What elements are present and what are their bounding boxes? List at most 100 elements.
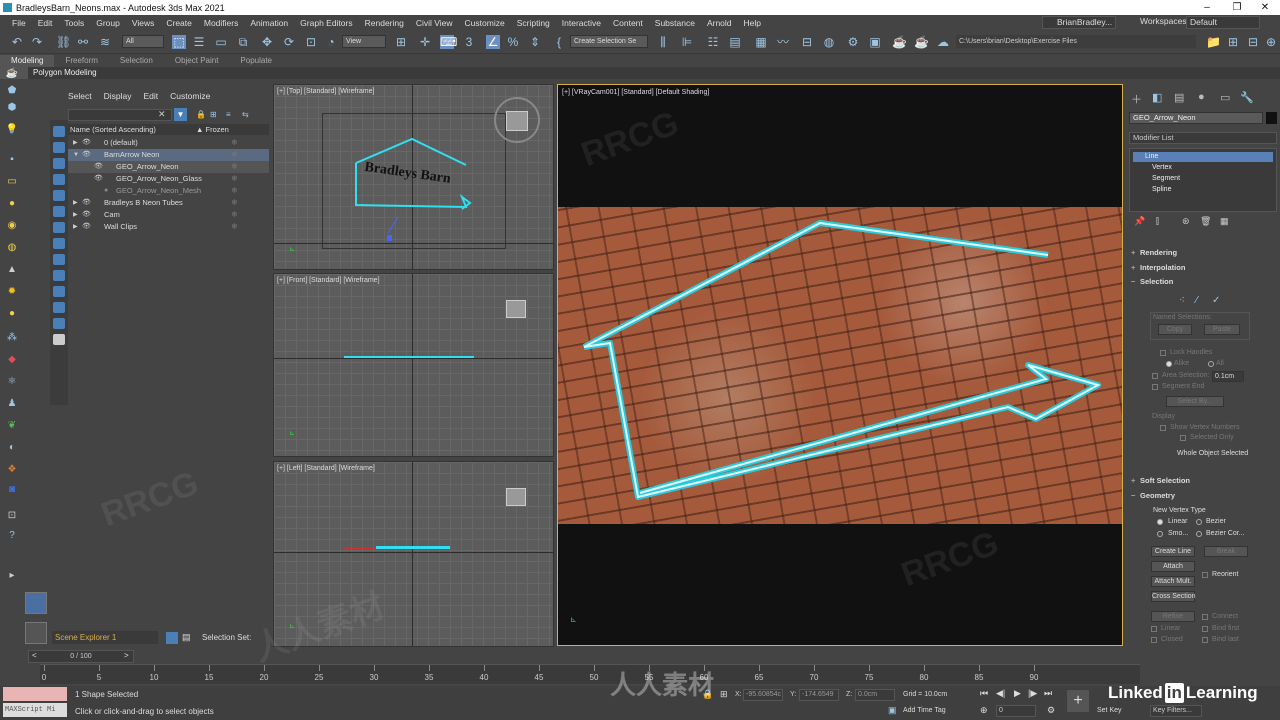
- script-icon[interactable]: ⊡: [5, 510, 19, 522]
- maxscript-listener-top[interactable]: [3, 687, 67, 701]
- select-by-button[interactable]: Select By...: [1166, 396, 1224, 407]
- bezier-corner-radio[interactable]: [1196, 531, 1202, 537]
- sync-icon[interactable]: ⇆: [242, 110, 249, 119]
- menu-item-create[interactable]: Create: [160, 18, 198, 28]
- segment-end-checkbox[interactable]: [1152, 384, 1158, 390]
- torus-icon[interactable]: ◍: [5, 242, 19, 254]
- sphere-icon[interactable]: ●: [5, 198, 19, 210]
- link-icon[interactable]: ⛓: [56, 35, 71, 49]
- display-tab-icon[interactable]: ▭: [1220, 91, 1230, 104]
- menu-item-help[interactable]: Help: [738, 18, 767, 28]
- y-coord-field[interactable]: -174.6549: [799, 689, 839, 701]
- particle-icon[interactable]: ⁂: [5, 332, 19, 344]
- menu-item-substance[interactable]: Substance: [649, 18, 701, 28]
- render-icon[interactable]: ☕: [892, 35, 907, 49]
- utilities-tab-icon[interactable]: 🔧: [1240, 91, 1254, 104]
- freeze-icon[interactable]: ❄: [231, 149, 238, 161]
- help-icon[interactable]: ?: [5, 530, 19, 542]
- percent-snap-icon[interactable]: %: [506, 35, 520, 49]
- display-frozen-icon[interactable]: [53, 302, 65, 313]
- rotate-icon[interactable]: ⟳: [282, 35, 296, 49]
- ribbon-toggle-icon[interactable]: ▦: [754, 35, 768, 49]
- ribbon-tab-selection[interactable]: Selection: [109, 55, 164, 67]
- spinner-snap-icon[interactable]: ⇕: [528, 35, 542, 49]
- display-helpers-icon[interactable]: [53, 206, 65, 217]
- menu-item-views[interactable]: Views: [126, 18, 161, 28]
- menu-item-arnold[interactable]: Arnold: [701, 18, 738, 28]
- current-frame-field[interactable]: 0: [996, 705, 1036, 717]
- maxscript-listener-input[interactable]: MAXScript Mi: [3, 703, 67, 717]
- isolate-icon[interactable]: 🔒: [702, 689, 713, 700]
- explorer-column-header[interactable]: Name (Sorted Ascending) ▲ Frozen: [68, 124, 269, 135]
- explorer-menu-customize[interactable]: Customize: [164, 91, 216, 101]
- select-object-icon[interactable]: ⬚: [172, 35, 186, 49]
- project-set-icon[interactable]: ⊞: [1226, 35, 1240, 49]
- ribbon-tab-populate[interactable]: Populate: [229, 55, 283, 67]
- curve-editor-icon[interactable]: 〰: [776, 35, 790, 49]
- tree-row[interactable]: 👁 GEO_Arrow_Neon ❄: [68, 161, 269, 173]
- light-icon[interactable]: 💡: [5, 124, 19, 136]
- stack-item-vertex[interactable]: Vertex: [1152, 163, 1172, 173]
- schematic-view-icon[interactable]: ⊟: [800, 35, 814, 49]
- time-slider[interactable]: 0 / 100: [28, 650, 134, 663]
- move-icon[interactable]: ✥: [260, 35, 274, 49]
- lock-handles-checkbox[interactable]: [1160, 350, 1166, 356]
- viewport-front[interactable]: [+] [Front] [Standard] [Wireframe] ⊾: [273, 273, 554, 457]
- named-selection-sets-dropdown[interactable]: Create Selection Se: [570, 35, 648, 48]
- render-cloud-icon[interactable]: ☁: [936, 35, 950, 49]
- placement-icon[interactable]: ◔: [324, 35, 338, 49]
- rendered-frame-icon[interactable]: ▣: [868, 35, 882, 49]
- display-hidden-icon[interactable]: [53, 318, 65, 329]
- menu-item-interactive[interactable]: Interactive: [556, 18, 607, 28]
- reorient-checkbox[interactable]: [1202, 572, 1208, 578]
- explorer-search-input[interactable]: [68, 109, 172, 121]
- edit-named-sets-icon[interactable]: {: [552, 35, 566, 49]
- area-selection-spinner[interactable]: 0.1cm: [1212, 371, 1244, 382]
- display-lights-icon[interactable]: [53, 174, 65, 185]
- menu-item-edit[interactable]: Edit: [32, 18, 59, 28]
- bezier-radio[interactable]: [1196, 519, 1202, 525]
- freeze-icon[interactable]: ❄: [231, 173, 238, 185]
- tree-row[interactable]: 👁 GEO_Arrow_Neon_Glass ❄: [68, 173, 269, 185]
- ribbon-tab-modeling[interactable]: Modeling: [0, 55, 55, 67]
- hierarchy-tab-icon[interactable]: ▤: [1174, 91, 1184, 104]
- menu-item-graph-editors[interactable]: Graph Editors: [294, 18, 358, 28]
- paste-button[interactable]: Paste: [1204, 324, 1240, 335]
- mograph-icon[interactable]: ❖: [5, 464, 19, 476]
- time-tag-icon[interactable]: ▣: [888, 705, 897, 716]
- box-icon[interactable]: ▭: [5, 176, 19, 188]
- project-open-icon[interactable]: ⊟: [1246, 35, 1260, 49]
- viewcube-icon[interactable]: [506, 111, 528, 131]
- display-none-icon[interactable]: [53, 334, 65, 345]
- connect-checkbox[interactable]: [1202, 614, 1208, 620]
- viewport-left[interactable]: [+] [Left] [Standard] [Wireframe] ⊾: [273, 461, 554, 647]
- prev-key-icon[interactable]: ◀|: [996, 688, 1005, 699]
- ribbon-tab-freeform[interactable]: Freeform: [54, 55, 108, 67]
- create-line-button[interactable]: Create Line: [1151, 546, 1195, 557]
- lock-icon[interactable]: 🔒: [196, 110, 206, 119]
- tree-row[interactable]: ▶ 👁 Bradleys B Neon Tubes ❄: [68, 197, 269, 209]
- menu-item-group[interactable]: Group: [90, 18, 126, 28]
- layer-explorer-tab[interactable]: [25, 622, 47, 644]
- scene-explorer-tab[interactable]: [25, 592, 47, 614]
- menu-item-customize[interactable]: Customize: [459, 18, 511, 28]
- display-warps-icon[interactable]: [53, 222, 65, 233]
- add-time-tag-label[interactable]: Add Time Tag: [903, 707, 946, 714]
- show-vertex-numbers-checkbox[interactable]: [1160, 425, 1166, 431]
- teapot-icon[interactable]: ☕: [5, 68, 19, 80]
- create-tab-icon[interactable]: ＋: [1131, 91, 1142, 107]
- key-filters-button[interactable]: Key Filters...: [1150, 705, 1202, 717]
- configure-modifier-icon[interactable]: ▦: [1220, 216, 1229, 227]
- layer-icon[interactable]: ≡: [226, 110, 231, 119]
- close-icon[interactable]: ✕: [1250, 0, 1280, 15]
- modify-tab-icon[interactable]: ◧: [1152, 91, 1162, 104]
- selection-filter-dropdown[interactable]: All: [122, 35, 164, 48]
- render-iterative-icon[interactable]: ☕: [914, 35, 929, 49]
- segment-mode-icon[interactable]: ⁄: [1196, 295, 1198, 306]
- rect-selection-icon[interactable]: ▭: [214, 35, 228, 49]
- manipulate-icon[interactable]: ✛: [418, 35, 432, 49]
- geometry-rollout[interactable]: Geometry: [1131, 490, 1277, 502]
- angle-snap-icon[interactable]: ∠: [486, 35, 500, 49]
- tree-row[interactable]: ● GEO_Arrow_Neon_Mesh ❄: [68, 185, 269, 197]
- minimize-icon[interactable]: –: [1192, 0, 1222, 15]
